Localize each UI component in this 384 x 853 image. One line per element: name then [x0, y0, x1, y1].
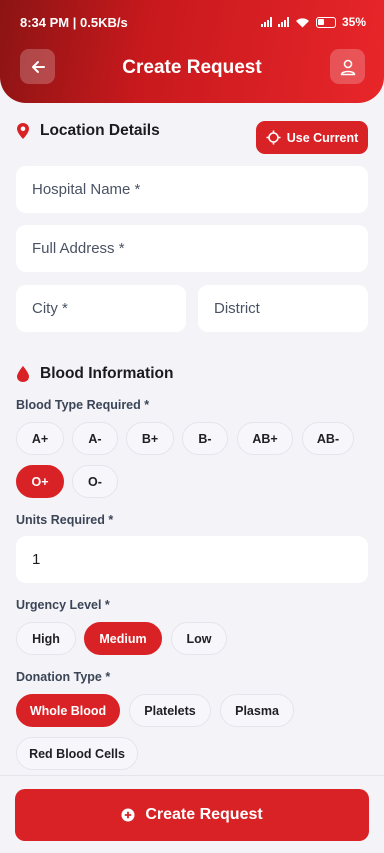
- profile-button[interactable]: [330, 49, 365, 84]
- units-label: Units Required *: [16, 513, 114, 527]
- urgency-label: Urgency Level *: [16, 598, 110, 612]
- battery-icon: [315, 16, 336, 28]
- blood-drop-icon: [17, 366, 29, 382]
- user-icon: [340, 59, 355, 75]
- blood-section-title: Blood Information: [16, 365, 173, 383]
- urgency-medium[interactable]: Medium: [84, 622, 162, 655]
- units-input[interactable]: 1: [16, 536, 368, 583]
- create-request-button[interactable]: Create Request: [15, 789, 369, 841]
- blood-type-o-minus[interactable]: O-: [72, 465, 118, 498]
- status-time: 8:34 PM | 0.5KB/s: [20, 14, 128, 30]
- status-bar: 8:34 PM | 0.5KB/s 35%: [20, 14, 366, 30]
- blood-type-label: Blood Type Required *: [16, 398, 150, 412]
- blood-type-a-plus[interactable]: A+: [16, 422, 64, 455]
- donation-whole-blood[interactable]: Whole Blood: [16, 694, 120, 727]
- donation-plasma[interactable]: Plasma: [220, 694, 294, 727]
- use-current-location-button[interactable]: Use Current: [256, 121, 368, 154]
- wifi-icon: [295, 17, 309, 27]
- blood-type-b-plus[interactable]: B+: [126, 422, 174, 455]
- app-header: 8:34 PM | 0.5KB/s 35% Create Request: [0, 0, 384, 103]
- full-address-input[interactable]: Full Address *: [16, 225, 368, 272]
- donation-platelets[interactable]: Platelets: [129, 694, 211, 727]
- signal-icon-2: [277, 17, 289, 27]
- crosshair-icon: [266, 130, 281, 145]
- page-title: Create Request: [122, 57, 262, 78]
- location-pin-icon: [17, 123, 29, 139]
- signal-icon: [260, 17, 272, 27]
- blood-type-ab-plus[interactable]: AB+: [237, 422, 293, 455]
- blood-type-o-plus[interactable]: O+: [16, 465, 64, 498]
- urgency-low[interactable]: Low: [171, 622, 227, 655]
- blood-type-ab-minus[interactable]: AB-: [302, 422, 354, 455]
- location-section-title: Location Details: [16, 122, 160, 140]
- district-input[interactable]: District: [198, 285, 368, 332]
- blood-type-a-minus[interactable]: A-: [72, 422, 118, 455]
- plus-circle-icon: [121, 808, 135, 822]
- city-input[interactable]: City *: [16, 285, 186, 332]
- donation-red-blood-cells[interactable]: Red Blood Cells: [16, 737, 138, 770]
- donation-type-label: Donation Type *: [16, 670, 111, 684]
- hospital-name-input[interactable]: Hospital Name *: [16, 166, 368, 213]
- battery-level: 35%: [341, 15, 366, 29]
- urgency-high[interactable]: High: [16, 622, 76, 655]
- blood-type-b-minus[interactable]: B-: [182, 422, 228, 455]
